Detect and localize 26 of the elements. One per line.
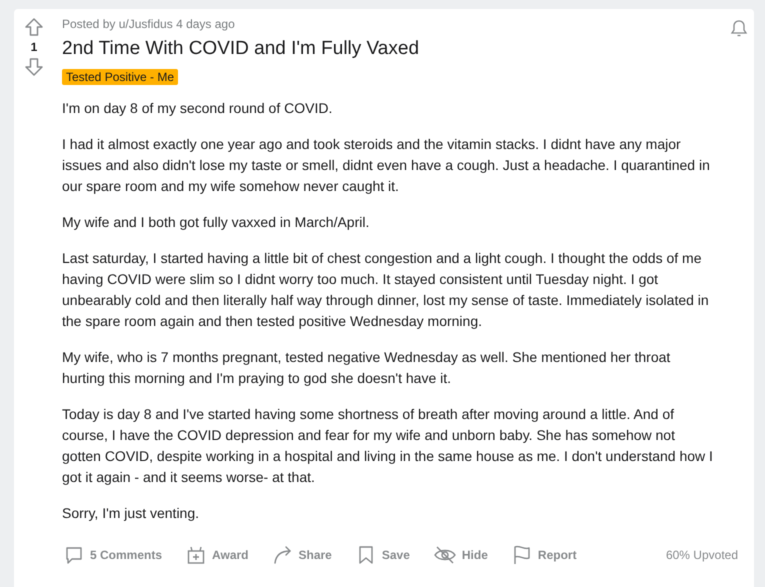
vote-count: 1 (30, 40, 38, 54)
save-button[interactable]: Save (348, 539, 418, 571)
flag-icon (512, 545, 532, 565)
post-paragraph: Last saturday, I started having a little bit of chest congestion and a light cough. I thought the odds of me having COVID were slim so I didnt worry too much. It stayed consistent until Tuesday night. I got unbearably cold and then literally half way through dinner, lost my sense of taste. Immediately isolated in the spare room again and then tested positive Wednesday morning. (62, 249, 710, 331)
comment-button[interactable]: 5 Comments (56, 539, 170, 571)
award-button[interactable]: Award (178, 539, 256, 571)
downvote-icon[interactable] (24, 57, 44, 77)
share-button[interactable]: Share (264, 539, 340, 571)
hidden-eye-icon (434, 545, 456, 565)
post-byline: Posted by u/Jusfidus 4 days ago (62, 17, 236, 31)
post-paragraph: Today is day 8 and I've started having some shortness of breath after moving around a little. And of course, I have the COVID depression and fear for my wife and unborn baby. She has somehow not gotten COVID, despite working in a hospital and living in the same house as me. I don't understand how I got it again - and it seems worse- at that. (62, 405, 714, 487)
speech-bubble-icon (64, 545, 84, 565)
gift-icon (186, 545, 206, 565)
upvote-icon[interactable] (24, 17, 44, 37)
post-paragraph: I had it almost exactly one year ago and took steroids and the vitamin stacks. I didnt have any major issues and also didn't lose my taste or smell, didnt even have a cough. Just a headache. I quarantined in our spare room and my wife somehow never caught it. (62, 135, 711, 196)
report-button[interactable]: Report (504, 539, 585, 571)
upvote-ratio: 60% Upvoted (666, 548, 738, 562)
post-paragraph: My wife, who is 7 months pregnant, tested negative Wednesday as well. She mentioned her throat hurting this morning and I'm praying to god she doesn't have it. (62, 348, 672, 388)
post-paragraph: I'm on day 8 of my second round of COVID. (62, 99, 334, 118)
share-arrow-icon (272, 545, 292, 565)
post-title[interactable]: 2nd Time With COVID and I'm Fully Vaxed (62, 38, 714, 60)
notification-bell-icon[interactable] (729, 18, 749, 38)
post-paragraph: My wife and I both got fully vaxxed in March/April. (62, 213, 370, 232)
post-paragraph: Sorry, I'm just venting. (62, 504, 200, 523)
post-flair[interactable]: Tested Positive - Me (62, 69, 178, 85)
hide-button[interactable]: Hide (426, 539, 496, 571)
